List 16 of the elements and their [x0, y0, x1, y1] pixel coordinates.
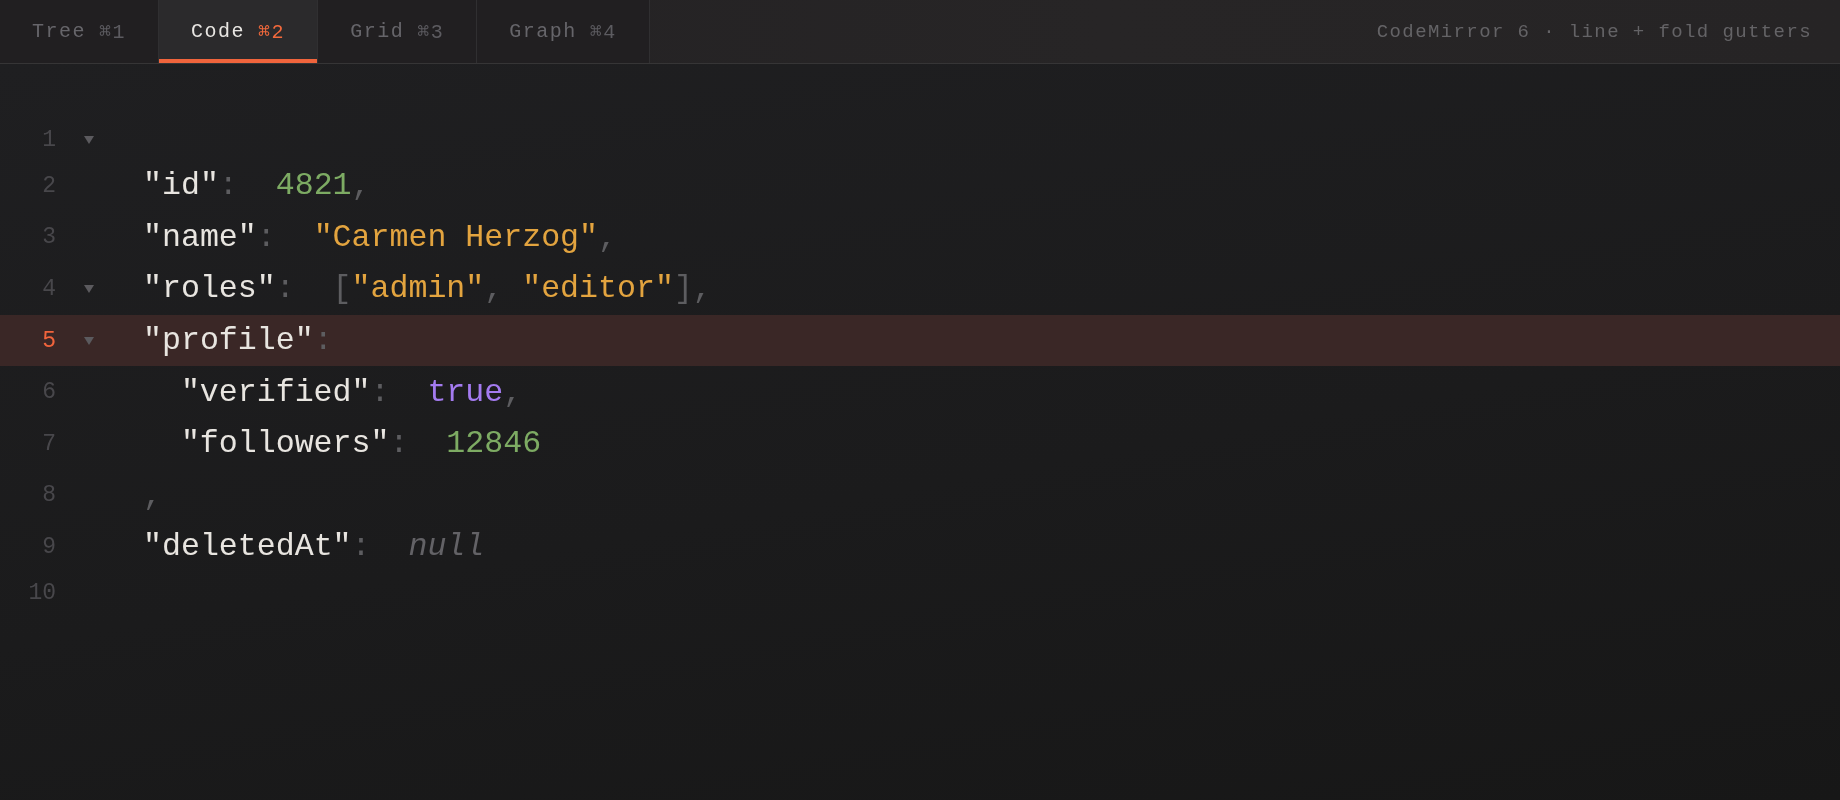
code-line: , [143, 477, 162, 513]
tab[interactable]: Code ⌘2 [159, 0, 319, 63]
fold-caret-icon[interactable] [84, 285, 94, 293]
fold-caret-icon[interactable] [84, 336, 94, 345]
code-line: "id": 4821, [143, 168, 371, 204]
code-line: "roles": ["admin", "editor"], [143, 271, 712, 307]
line-number: 5 [41, 327, 56, 354]
code-line: "followers": 12846 [179, 426, 542, 462]
tab[interactable]: Grid ⌘3 [318, 0, 478, 63]
tab[interactable]: Graph ⌘4 [477, 0, 650, 63]
editor-info-text: CodeMirror 6 · line + fold gutters [1376, 20, 1813, 43]
fold-caret-icon[interactable] [84, 136, 94, 144]
code-line: "name": "Carmen Herzog", [143, 219, 617, 255]
code-line: "deletedAt": null [143, 529, 485, 565]
code-line: "verified": true, [179, 374, 523, 410]
code-line: "profile": [143, 323, 334, 359]
